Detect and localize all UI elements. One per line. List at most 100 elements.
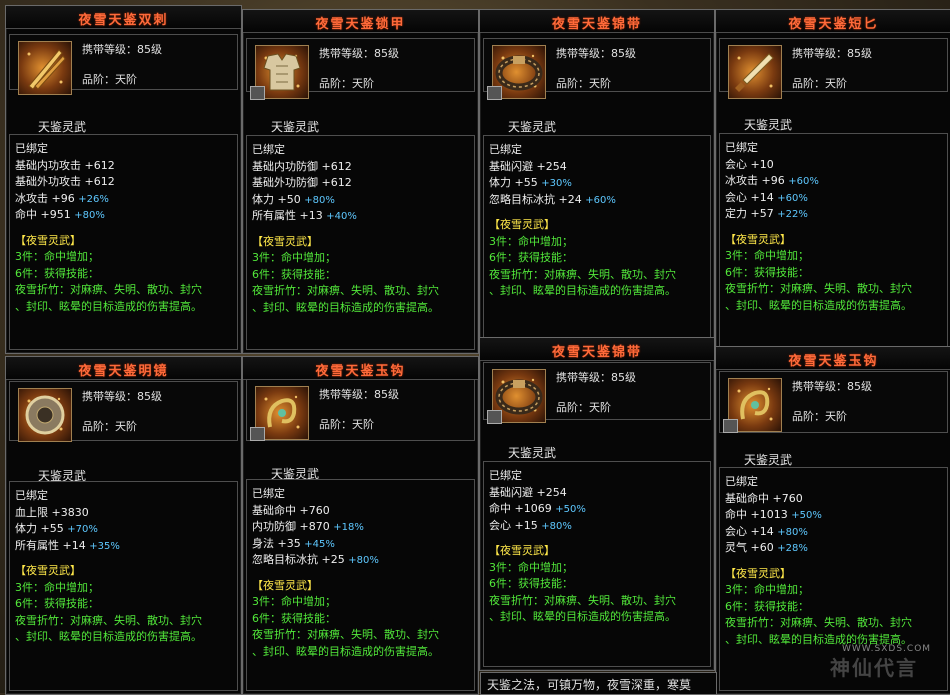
stat-name: 命中 bbox=[15, 208, 37, 221]
set-bonus-6: 6件：获得技能： bbox=[252, 611, 336, 625]
stat-name: 命中 bbox=[489, 502, 511, 515]
stat-value: +10 bbox=[750, 157, 774, 171]
set-skill-line-2: 、封印、眩晕的目标造成的伤害提高。 bbox=[252, 300, 439, 314]
item-header: 携带等级：85级 品阶：天阶 bbox=[483, 362, 711, 423]
stat-bonus: +28% bbox=[777, 543, 808, 554]
tier-tag: 天鉴灵武 bbox=[744, 118, 793, 132]
set-bonus-6: 6件：获得技能： bbox=[489, 577, 573, 590]
stat-line: 冰攻击 +96 +26% bbox=[15, 191, 235, 208]
stat-bonus: +22% bbox=[777, 209, 808, 220]
stat-name: 基础外功攻击 bbox=[15, 175, 81, 188]
stat-line: 所有属性 +14 +35% bbox=[15, 538, 235, 555]
bound-status: 已绑定 bbox=[252, 143, 285, 156]
set-bonus-6: 6件：获得技能： bbox=[15, 266, 99, 280]
stat-bonus: +18% bbox=[333, 522, 364, 533]
set-bonus-3: 3件：命中增加； bbox=[15, 580, 99, 594]
stat-name: 灵气 bbox=[725, 541, 747, 554]
item-title: 夜雪天鉴锦带 bbox=[551, 345, 642, 360]
item-header: 携带等级：85级 品阶：天阶 bbox=[9, 381, 238, 442]
stat-line: 冰攻击 +96 +60% bbox=[725, 173, 945, 190]
set-bonus-3: 3件：命中增加； bbox=[725, 249, 809, 262]
tier-tag: 天鉴灵武 bbox=[271, 120, 320, 134]
carry-level: 携带等级：85级 bbox=[82, 390, 162, 403]
tier-tag: 天鉴灵武 bbox=[508, 120, 557, 134]
stat-line: 体力 +55 +30% bbox=[489, 175, 708, 192]
item-tooltip-5: 夜雪天鉴明镜 携带等级：85级 品阶：天阶 天鉴灵武 已绑定 血上限 +3830 体… bbox=[5, 356, 242, 695]
stat-bonus: +45% bbox=[304, 538, 335, 550]
stat-bonus: +50% bbox=[791, 510, 822, 521]
stat-value: +14 bbox=[750, 524, 774, 538]
stat-value: +13 bbox=[299, 209, 323, 222]
stat-line: 命中 +1013 +50% bbox=[725, 507, 945, 524]
set-bonus-6: 6件：获得技能： bbox=[725, 265, 809, 279]
set-header: 【夜雪灵武】 bbox=[489, 544, 555, 557]
stat-value: +96 bbox=[761, 174, 785, 187]
stat-line: 血上限 +3830 bbox=[15, 505, 235, 522]
lock-icon bbox=[250, 86, 265, 100]
stat-value: +55 bbox=[514, 176, 538, 189]
stat-name: 基础内功防御 bbox=[252, 159, 318, 173]
set-skill-line-1: 夜雪折竹：对麻痹、失明、散功、封穴 bbox=[725, 282, 912, 295]
set-bonus-3: 3件：命中增加； bbox=[489, 234, 573, 248]
item-header: 携带等级：85级 品阶：天阶 bbox=[246, 379, 475, 441]
item-header: 携带等级：85级 品阶：天阶 bbox=[9, 34, 238, 95]
stat-bonus: +70% bbox=[67, 524, 98, 535]
stat-line: 体力 +55 +70% bbox=[15, 521, 235, 538]
stat-line: 所有属性 +13 +40% bbox=[252, 208, 472, 225]
stat-bonus: +80% bbox=[348, 555, 379, 566]
stat-bonus: +30% bbox=[541, 178, 572, 189]
stat-line: 会心 +10 bbox=[725, 157, 945, 174]
stat-line: 命中 +1069 +50% bbox=[489, 501, 708, 518]
quality-label: 品阶：天阶 bbox=[556, 77, 611, 90]
stat-value: +60 bbox=[750, 541, 774, 554]
stat-bonus: +80% bbox=[74, 210, 105, 221]
item-header: 携带等级：85级 品阶：天阶 bbox=[719, 371, 948, 433]
stat-name: 血上限 bbox=[15, 505, 48, 519]
quality-label: 品阶：天阶 bbox=[82, 420, 137, 433]
stat-bonus: +50% bbox=[555, 504, 586, 515]
tier-tag: 天鉴灵武 bbox=[508, 446, 557, 460]
stat-value: +1069 bbox=[514, 502, 552, 515]
stat-line: 定力 +57 +22% bbox=[725, 206, 945, 223]
stat-line: 基础命中 +760 bbox=[252, 503, 472, 520]
set-skill-line-1: 夜雪折竹：对麻痹、失明、散功、封穴 bbox=[15, 283, 202, 296]
stat-value: +96 bbox=[51, 191, 75, 205]
stat-value: +612 bbox=[321, 176, 352, 189]
bound-status: 已绑定 bbox=[489, 143, 522, 156]
set-bonus-3: 3件：命中增加； bbox=[15, 250, 99, 263]
stat-name: 体力 bbox=[252, 192, 274, 206]
stat-line: 会心 +15 +80% bbox=[489, 518, 708, 535]
item-title: 夜雪天鉴锦带 bbox=[551, 17, 642, 32]
tier-tag: 天鉴灵武 bbox=[38, 120, 87, 134]
stat-line: 命中 +951 +80% bbox=[15, 207, 235, 224]
set-header: 【夜雪灵武】 bbox=[725, 566, 791, 580]
stat-line: 基础内功攻击 +612 bbox=[15, 158, 235, 175]
stat-name: 所有属性 bbox=[252, 209, 296, 222]
item-attributes: 已绑定 基础内功防御 +612 基础外功防御 +612 体力 +50 +80% 所有属性… bbox=[246, 135, 475, 350]
set-bonus-3: 3件：命中增加； bbox=[725, 583, 809, 596]
stat-value: +50 bbox=[277, 192, 301, 206]
set-bonus-6: 6件：获得技能： bbox=[252, 267, 336, 281]
carry-level: 携带等级：85级 bbox=[319, 388, 399, 401]
set-header: 【夜雪灵武】 bbox=[252, 578, 318, 592]
carry-level: 携带等级：85级 bbox=[556, 371, 636, 384]
stat-value: +870 bbox=[299, 520, 330, 533]
item-title: 夜雪天鉴玉钩 bbox=[788, 354, 879, 369]
lock-icon bbox=[250, 427, 265, 441]
stat-name: 基础内功攻击 bbox=[15, 158, 81, 172]
quality-label: 品阶：天阶 bbox=[319, 418, 374, 431]
stat-name: 基础命中 bbox=[725, 491, 769, 505]
stat-line: 基础闪避 +254 bbox=[489, 485, 708, 502]
set-bonus-3: 3件：命中增加； bbox=[252, 595, 336, 608]
set-skill-line-1: 夜雪折竹：对麻痹、失明、散功、封穴 bbox=[725, 616, 912, 629]
tier-tag: 天鉴灵武 bbox=[744, 453, 793, 467]
lore-text-strip: 天鉴之法，可镇万物，夜雪深重，寒莫 bbox=[480, 672, 717, 695]
item-attributes: 已绑定 会心 +10 冰攻击 +96 +60% 会心 +14 +60% 定力 +57 +… bbox=[719, 133, 948, 350]
lock-icon bbox=[487, 86, 502, 100]
bound-status: 已绑定 bbox=[489, 469, 522, 482]
item-header: 携带等级：85级 品阶：天阶 bbox=[246, 38, 475, 99]
mirror-icon bbox=[18, 388, 72, 442]
